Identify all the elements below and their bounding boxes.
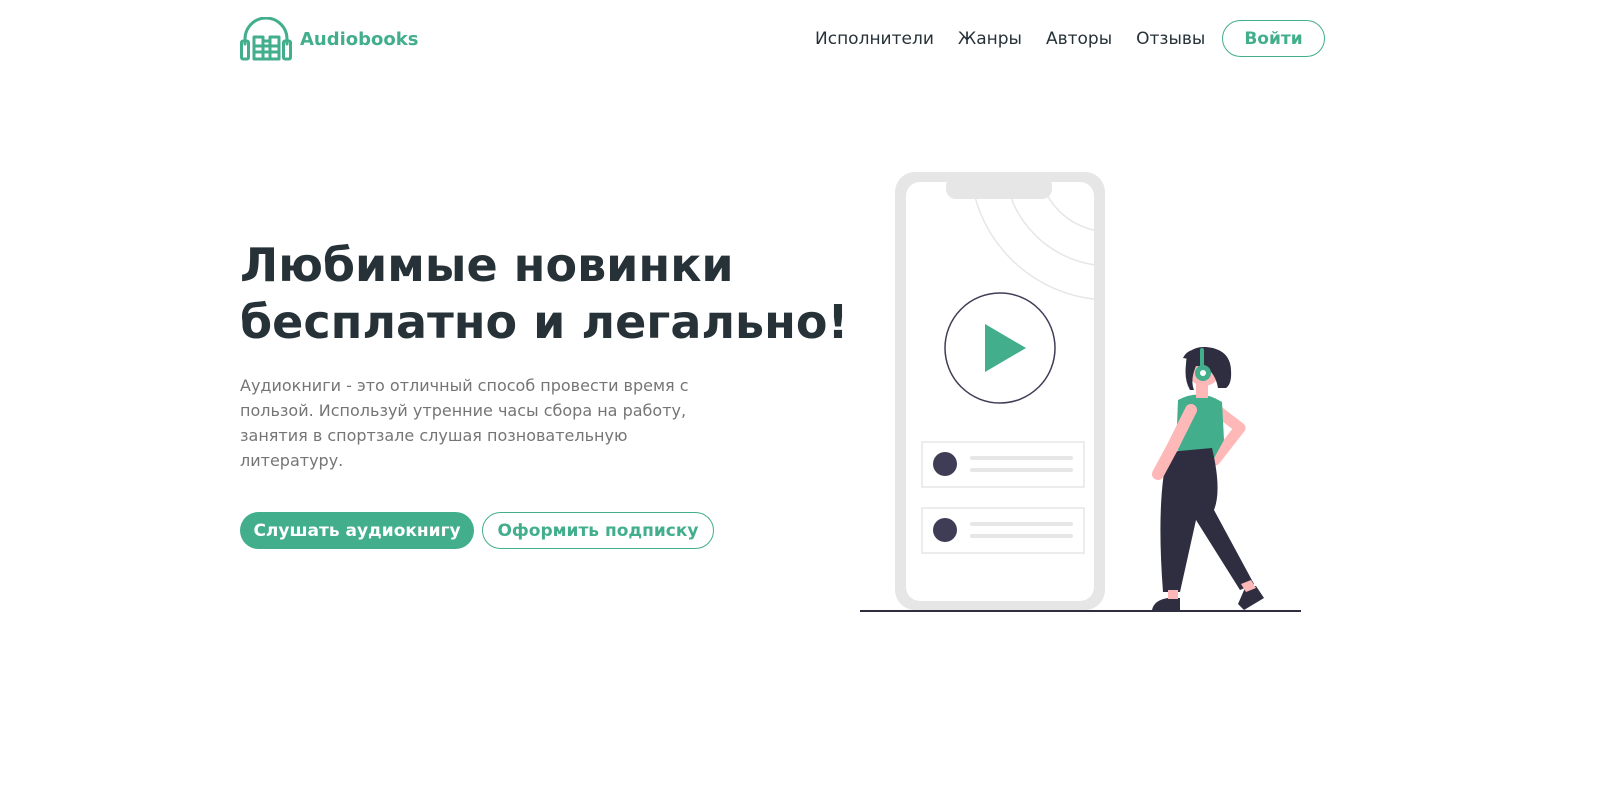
hero-title-line-2: бесплатно и легально! — [240, 295, 849, 349]
login-button[interactable]: Войти — [1222, 20, 1325, 57]
person-headphones-icon — [1152, 346, 1264, 610]
nav-link-authors[interactable]: Авторы — [1046, 29, 1112, 49]
nav-link-performers[interactable]: Исполнители — [815, 29, 934, 49]
site-header: Audiobooks Исполнители Жанры Авторы Отзы… — [0, 0, 1600, 80]
logo-text: Audiobooks — [300, 28, 419, 50]
nav-link-reviews[interactable]: Отзывы — [1136, 29, 1205, 49]
hero-illustration — [860, 172, 1301, 612]
subscribe-button[interactable]: Оформить подписку — [482, 512, 714, 549]
hero-description: Аудиокниги - это отличный способ провест… — [240, 376, 689, 470]
hero-title-line-1: Любимые новинки — [240, 238, 734, 292]
listen-audiobook-button[interactable]: Слушать аудиокнигу — [240, 512, 474, 549]
nav-link-genres[interactable]: Жанры — [958, 29, 1022, 49]
main-nav: Исполнители Жанры Авторы Отзывы — [815, 20, 1205, 57]
logo[interactable]: Audiobooks — [240, 17, 418, 61]
track-item — [921, 441, 1085, 488]
track-item — [921, 507, 1085, 554]
hero-title: Любимые новинки бесплатно и легально! — [240, 237, 849, 351]
headphones-books-icon — [240, 17, 292, 61]
